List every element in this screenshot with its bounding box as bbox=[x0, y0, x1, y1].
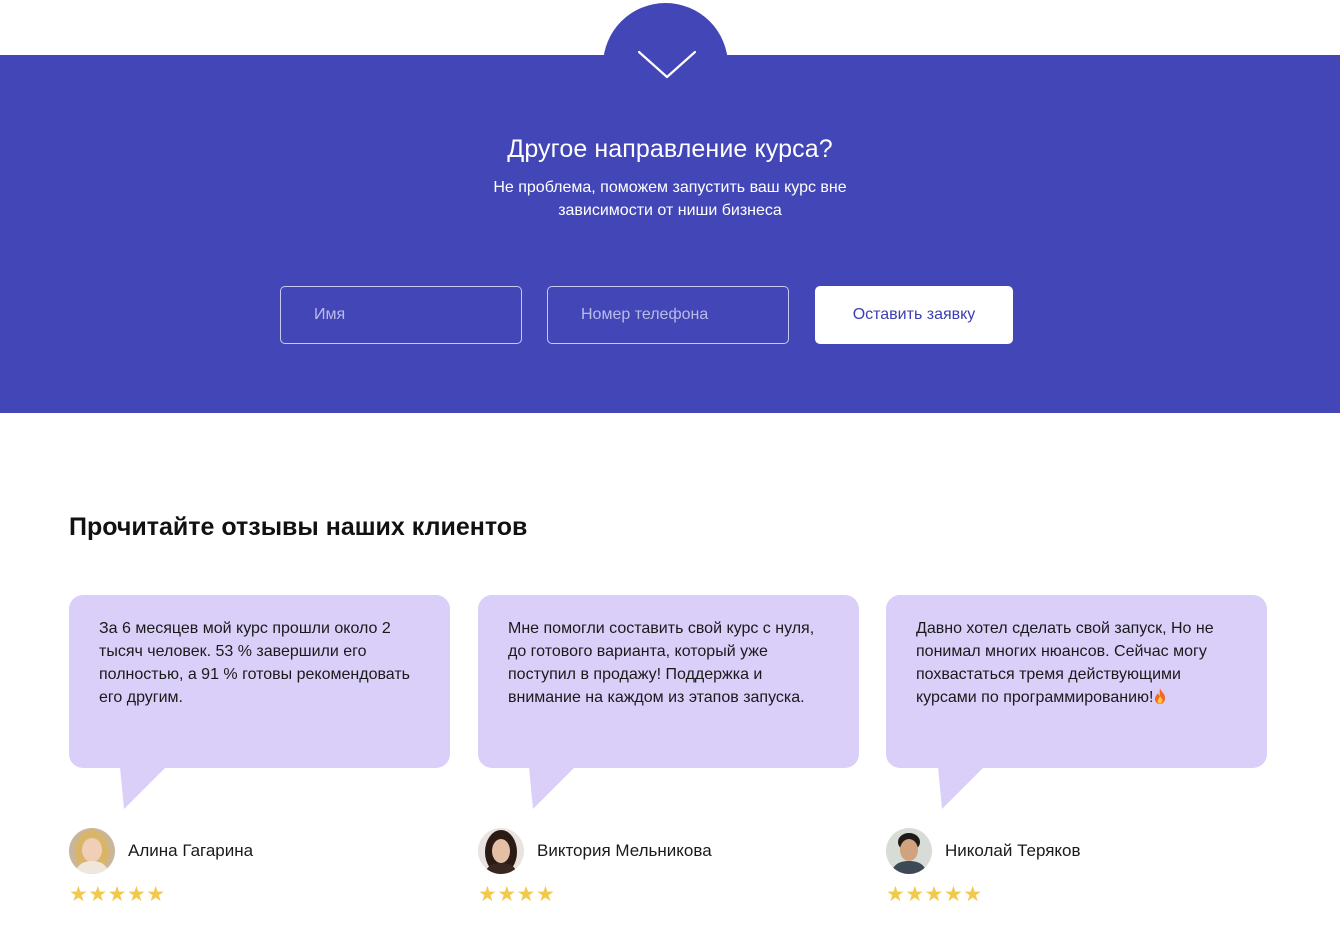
hero-title: Другое направление курса? bbox=[507, 135, 833, 163]
chevron-down-icon[interactable] bbox=[636, 46, 698, 82]
hero-subtitle: Не проблема, поможем запустить ваш курс … bbox=[493, 179, 847, 219]
avatar bbox=[478, 828, 524, 874]
review-card: Давно хотел сделать свой запуск, Но не п… bbox=[886, 595, 1267, 768]
author-name: Николай Теряков bbox=[945, 841, 1081, 860]
author-name: Виктория Мельникова bbox=[537, 841, 712, 860]
avatar bbox=[886, 828, 932, 874]
star-rating: ★★★★ bbox=[478, 883, 556, 906]
review-card-tail bbox=[529, 767, 575, 809]
review-card-tail bbox=[120, 767, 166, 809]
submit-request-button[interactable]: Оставить заявку bbox=[815, 286, 1013, 344]
reviews-title: Прочитайте отзывы наших клиентов bbox=[69, 513, 528, 541]
review-card: Мне помогли составить свой курс с нуля, … bbox=[478, 595, 859, 768]
review-card: За 6 месяцев мой курс прошли около 2 тыс… bbox=[69, 595, 450, 768]
author-name: Алина Гагарина bbox=[128, 841, 254, 860]
star-rating: ★★★★★ bbox=[69, 883, 166, 906]
review-text: За 6 месяцев мой курс прошли около 2 тыс… bbox=[99, 620, 410, 706]
phone-input[interactable] bbox=[547, 286, 789, 344]
review-author: Алина Гагарина bbox=[69, 828, 253, 874]
star-rating: ★★★★★ bbox=[886, 883, 983, 906]
review-author: Виктория Мельникова bbox=[478, 828, 712, 874]
review-text: Давно хотел сделать свой запуск, Но не п… bbox=[916, 620, 1214, 706]
review-text: Мне помогли составить свой курс с нуля, … bbox=[508, 620, 815, 706]
request-section bbox=[0, 55, 1340, 413]
review-card-tail bbox=[938, 767, 984, 809]
review-author: Николай Теряков bbox=[886, 828, 1081, 874]
fire-icon bbox=[1155, 688, 1166, 704]
avatar bbox=[69, 828, 115, 874]
name-input[interactable] bbox=[280, 286, 522, 344]
